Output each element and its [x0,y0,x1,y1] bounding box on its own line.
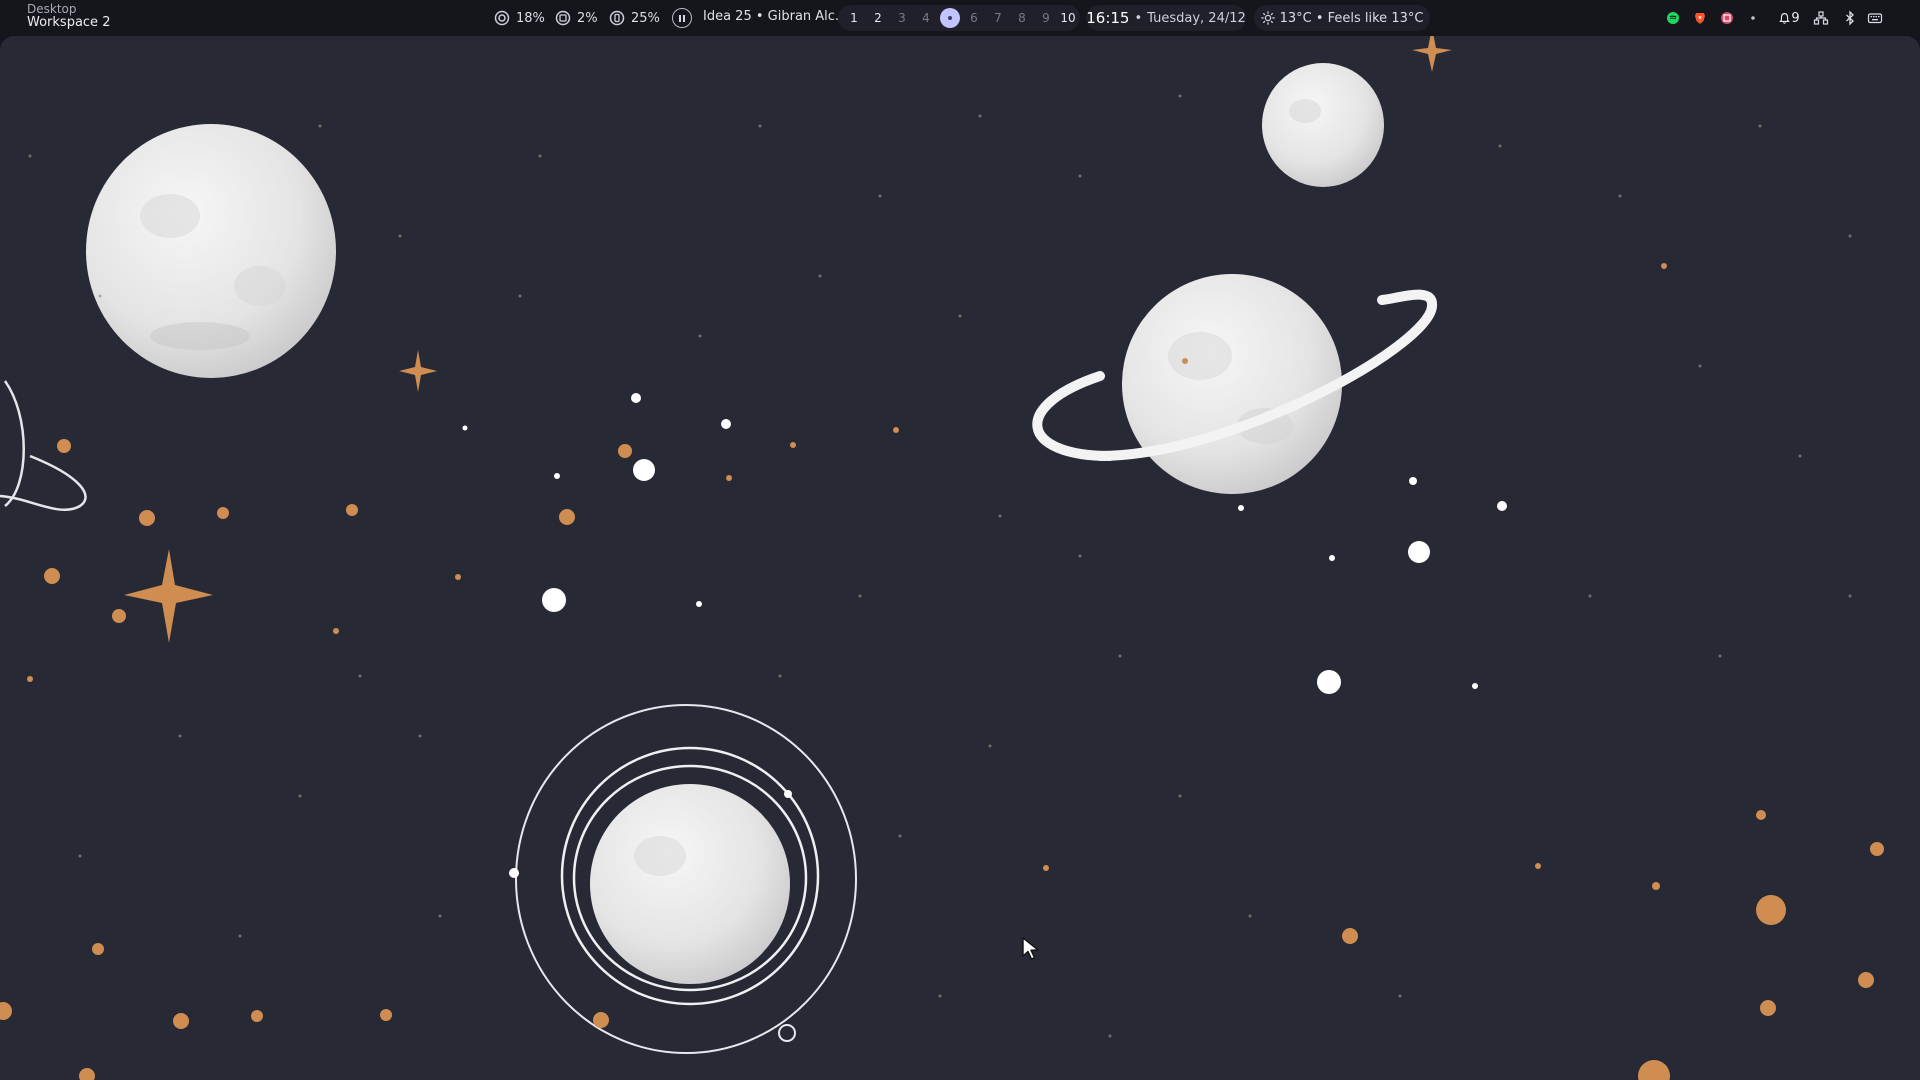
active-window-info: Desktop Workspace 2 [27,3,111,30]
orbit-planet [509,704,857,1054]
workspace-3[interactable]: 3 [891,5,913,31]
workspace-2[interactable]: 2 [867,5,889,31]
spotify-icon[interactable] [1664,9,1682,27]
brave-icon[interactable] [1691,9,1709,27]
memory-indicator[interactable]: 18% [494,7,545,29]
media-title[interactable]: Idea 25 • Gibran Alc... [703,9,847,24]
cpu-indicator[interactable]: 2% [555,7,598,29]
pause-icon[interactable] [672,8,692,28]
tray-app-icon[interactable] [1718,9,1736,27]
top-bar: Desktop Workspace 2 18% 2% 25% Idea 25 •… [0,0,1920,36]
space-illustration [0,36,1884,1080]
sun-icon [1260,11,1275,25]
window-title: Workspace 2 [27,15,111,30]
moon-top-right [1262,63,1384,187]
cpu-value: 2% [577,10,598,26]
workspace-4[interactable]: 4 [915,5,937,31]
mouse-cursor-icon [1022,937,1039,960]
battery-value: 25% [631,10,660,26]
workspace-1[interactable]: 1 [843,5,865,31]
workspace-5-active[interactable] [940,8,960,28]
bell-icon [1779,12,1791,24]
workspace-switcher: 1 2 3 4 6 7 8 9 10 [838,5,1080,31]
clock-time: 16:15 [1086,9,1130,27]
ringed-planet [1032,274,1437,494]
memory-value: 18% [516,10,545,26]
orange-dots [0,263,1884,1080]
moon-top-left [86,124,336,378]
tray-dot-icon[interactable] [1746,9,1760,27]
clock-separator: • [1134,10,1143,26]
workspace-7[interactable]: 7 [987,5,1009,31]
weather-widget[interactable]: 13°C • Feels like 13°C [1254,5,1430,31]
notification-count: 9 [1791,10,1800,26]
workspace-10[interactable]: 10 [1057,5,1079,31]
battery-icon [609,10,625,26]
partial-planet-left [0,380,87,512]
notifications[interactable]: 9 [1776,9,1802,27]
desktop-wallpaper [0,36,1920,1080]
battery-indicator[interactable]: 25% [609,7,660,29]
workspace-8[interactable]: 8 [1011,5,1033,31]
white-dots [462,393,1507,694]
bluetooth-icon[interactable] [1842,9,1858,27]
network-icon[interactable] [1812,9,1830,27]
keyboard-icon[interactable] [1866,9,1884,27]
workspace-6[interactable]: 6 [963,5,985,31]
workspace-9[interactable]: 9 [1035,5,1057,31]
weather-text: 13°C • Feels like 13°C [1279,10,1424,26]
clock-date: Tuesday, 24/12 [1147,10,1246,26]
cpu-icon [555,10,571,26]
clock[interactable]: 16:15 • Tuesday, 24/12 [1086,5,1246,31]
memory-icon [494,10,510,26]
